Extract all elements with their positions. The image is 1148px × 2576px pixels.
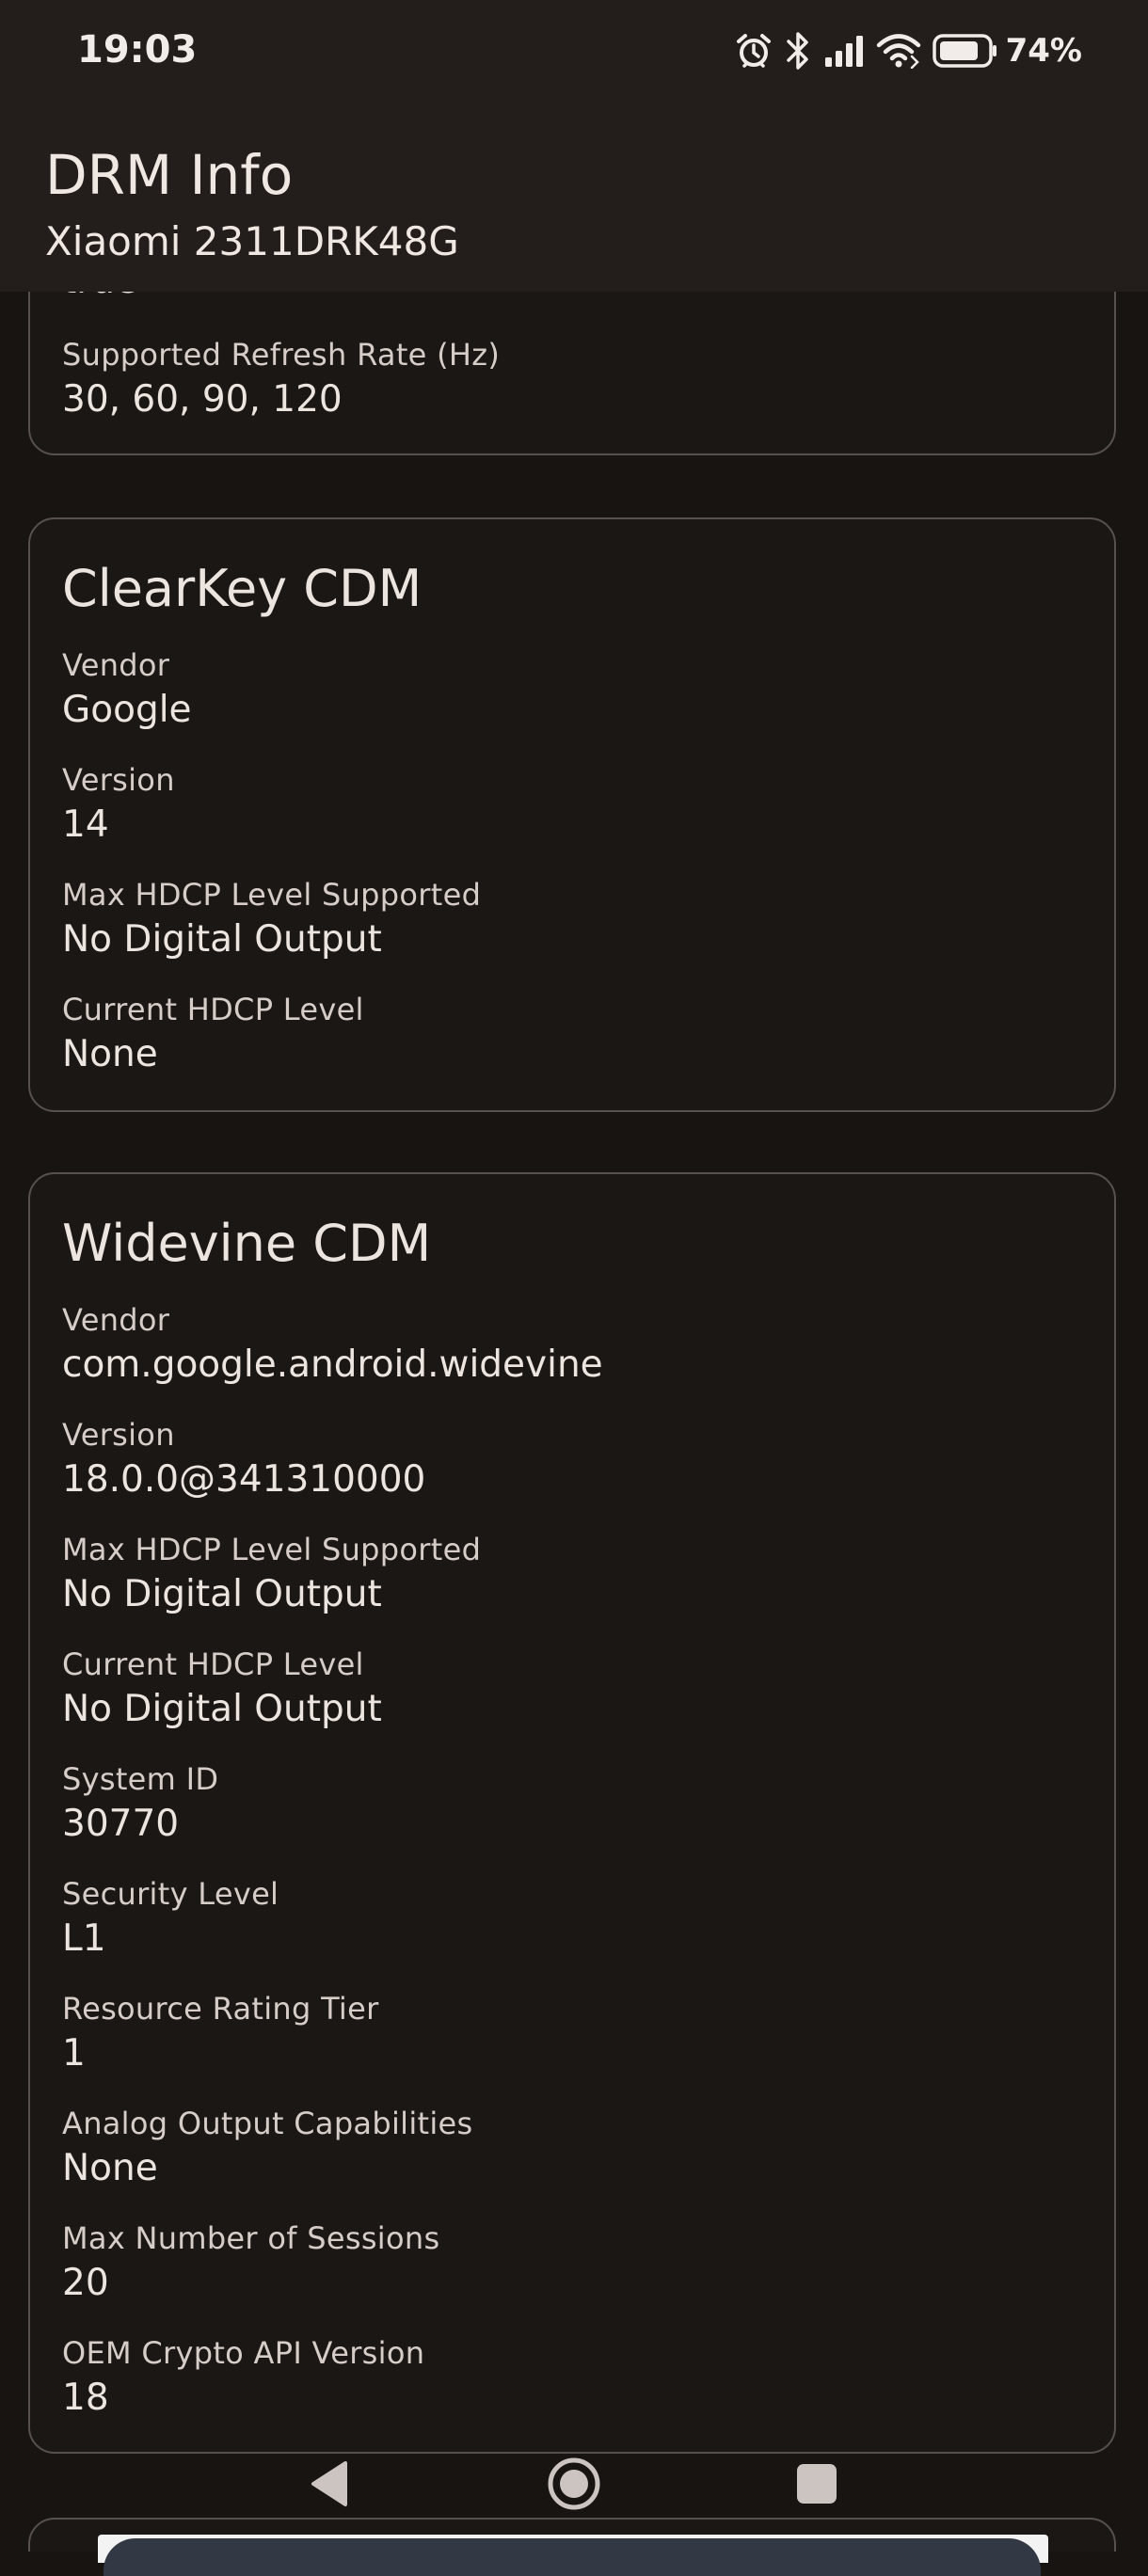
status-time: 19:03 bbox=[77, 28, 198, 72]
field-value-current-hdcp: None bbox=[62, 1033, 158, 1075]
field-value-version: 18.0.0@341310000 bbox=[62, 1458, 426, 1501]
alarm-icon bbox=[735, 32, 773, 70]
home-icon bbox=[548, 2457, 600, 2510]
status-icons: 74% bbox=[735, 26, 1082, 75]
field-value-system-id: 30770 bbox=[62, 1803, 180, 1845]
field-label-vendor: Vendor bbox=[62, 1302, 170, 1338]
field-value-analog-output: None bbox=[62, 2147, 158, 2189]
field-label-system-id: System ID bbox=[62, 1761, 219, 1797]
nav-bar bbox=[0, 2446, 1148, 2521]
field-label-version: Version bbox=[62, 762, 175, 798]
app-title: DRM Info bbox=[45, 143, 294, 207]
field-label-oem-crypto: OEM Crypto API Version bbox=[62, 2335, 425, 2371]
widevine-cdm-card: Widevine CDM Vendor com.google.android.w… bbox=[28, 1172, 1116, 2454]
field-label-current-hdcp: Current HDCP Level bbox=[62, 1646, 364, 1682]
app-subtitle: Xiaomi 2311DRK48G bbox=[45, 218, 459, 264]
field-value-max-hdcp: No Digital Output bbox=[62, 1573, 382, 1615]
bottom-sheet-handle bbox=[104, 2538, 1041, 2576]
battery-percent: 74% bbox=[1005, 32, 1082, 70]
field-value-resource-rating-tier: 1 bbox=[62, 2032, 86, 2075]
wifi-icon bbox=[876, 33, 921, 69]
field-label-refresh-rate: Supported Refresh Rate (Hz) bbox=[62, 337, 501, 373]
battery-icon bbox=[932, 33, 998, 69]
field-label-version: Version bbox=[62, 1417, 175, 1453]
field-label-max-hdcp: Max HDCP Level Supported bbox=[62, 877, 482, 913]
field-value-version: 14 bbox=[62, 803, 109, 846]
field-value-security-level: L1 bbox=[62, 1917, 106, 1960]
field-value-vendor: com.google.android.widevine bbox=[62, 1344, 603, 1386]
recents-icon bbox=[797, 2464, 837, 2504]
signal-icon bbox=[823, 33, 865, 69]
clearkey-cdm-card: ClearKey CDM Vendor Google Version 14 Ma… bbox=[28, 517, 1116, 1112]
field-value-current-hdcp: No Digital Output bbox=[62, 1688, 382, 1730]
field-label-max-hdcp: Max HDCP Level Supported bbox=[62, 1532, 482, 1567]
card-title-widevine: Widevine CDM bbox=[62, 1214, 432, 1273]
scroll-content[interactable]: true Supported Refresh Rate (Hz) 30, 60,… bbox=[0, 0, 1148, 2552]
field-label-max-sessions: Max Number of Sessions bbox=[62, 2220, 440, 2256]
field-value-max-sessions: 20 bbox=[62, 2262, 109, 2304]
field-value-oem-crypto: 18 bbox=[62, 2377, 109, 2419]
field-label-vendor: Vendor bbox=[62, 647, 170, 683]
bottom-sheet[interactable] bbox=[98, 2535, 1048, 2576]
field-label-current-hdcp: Current HDCP Level bbox=[62, 992, 364, 1027]
back-icon bbox=[311, 2461, 347, 2506]
status-bar: 19:03 74% bbox=[0, 0, 1148, 103]
nav-recents-button[interactable] bbox=[779, 2446, 854, 2521]
bluetooth-icon bbox=[784, 31, 812, 71]
card-title-clearkey: ClearKey CDM bbox=[62, 559, 423, 618]
field-label-security-level: Security Level bbox=[62, 1876, 279, 1912]
nav-home-button[interactable] bbox=[536, 2446, 612, 2521]
field-value-vendor: Google bbox=[62, 689, 192, 731]
field-label-resource-rating-tier: Resource Rating Tier bbox=[62, 1991, 379, 2027]
nav-back-button[interactable] bbox=[292, 2446, 367, 2521]
field-value-refresh-rate: 30, 60, 90, 120 bbox=[62, 378, 343, 421]
app-bar: DRM Info Xiaomi 2311DRK48G bbox=[0, 103, 1148, 292]
field-label-analog-output: Analog Output Capabilities bbox=[62, 2106, 473, 2141]
field-value-max-hdcp: No Digital Output bbox=[62, 918, 382, 961]
